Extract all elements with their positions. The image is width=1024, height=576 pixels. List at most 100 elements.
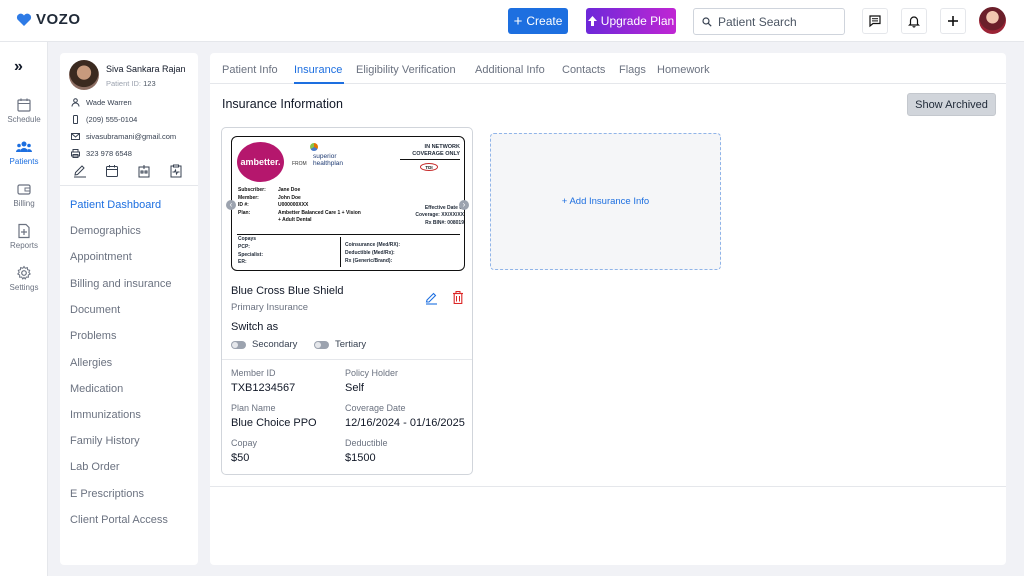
create-label: Create — [526, 14, 563, 28]
create-button[interactable]: + Create — [508, 8, 568, 34]
deductible-value: $1500 — [345, 452, 376, 464]
card-rule — [400, 159, 460, 160]
panel-divider — [60, 185, 198, 186]
member-label: Member: — [238, 194, 259, 201]
insurance-type: Primary Insurance — [231, 302, 309, 313]
prev-card-arrow-icon[interactable]: ‹ — [226, 200, 236, 210]
partner-line2: healthplan — [313, 159, 343, 167]
add-button[interactable] — [940, 8, 966, 34]
patient-nav-immunizations[interactable]: Immunizations — [70, 409, 141, 421]
er-label: ER: — [238, 259, 247, 266]
patient-nav-allergies[interactable]: Allergies — [70, 357, 112, 369]
card-vertical-divider — [340, 237, 341, 267]
next-card-arrow-icon[interactable]: › — [459, 200, 469, 210]
delete-insurance-icon[interactable] — [452, 291, 464, 304]
plan-line1: Ambetter Balanced Care 1 + Vision — [278, 209, 361, 216]
rail-label-billing: Billing — [13, 199, 35, 208]
patient-search[interactable] — [693, 8, 845, 35]
edit-insurance-icon[interactable] — [425, 292, 438, 305]
patient-nav-dashboard[interactable]: Patient Dashboard — [70, 199, 161, 211]
rail-item-reports[interactable]: Reports — [0, 223, 48, 250]
expand-chevrons-icon[interactable]: » — [14, 58, 23, 76]
policy-holder-label: Policy Holder — [345, 368, 399, 378]
patient-provider: Wade Warren — [71, 98, 132, 107]
copays-label: Copays — [238, 236, 257, 242]
patient-nav-billing[interactable]: Billing and insurance — [70, 278, 172, 290]
subscriber-label: Subscriber: — [238, 187, 266, 193]
tab-homework[interactable]: Homework — [657, 64, 710, 76]
notifications-button[interactable] — [901, 8, 927, 34]
tdi-badge: TDI — [420, 163, 438, 171]
copay-label: Copay — [231, 438, 258, 448]
upgrade-plan-button[interactable]: Upgrade Plan — [586, 8, 676, 34]
secondary-toggle[interactable] — [231, 340, 246, 349]
patient-nav-lab-order[interactable]: Lab Order — [70, 461, 120, 473]
superior-healthplan-text: superior healthplan — [313, 153, 343, 168]
patient-nav-client-portal[interactable]: Client Portal Access — [70, 514, 168, 526]
secondary-toggle-row: Secondary — [231, 339, 297, 350]
id-value: U000000XXX — [278, 202, 309, 208]
show-archived-button[interactable]: Show Archived — [907, 93, 996, 116]
active-tab-indicator — [294, 82, 344, 84]
tertiary-toggle[interactable] — [314, 340, 329, 349]
subscriber-value: Jane Doe — [278, 187, 301, 193]
id-label: ID #: — [238, 202, 249, 208]
tab-insurance[interactable]: Insurance — [294, 64, 342, 76]
patient-id-label: Patient ID: — [106, 79, 142, 88]
insurance-id-card-image[interactable]: ambetter. FROM superior healthplan IN NET… — [231, 136, 465, 271]
rail-label-schedule: Schedule — [7, 115, 41, 124]
tab-eligibility-verification[interactable]: Eligibility Verification — [356, 64, 456, 76]
add-insurance-button[interactable]: + Add Insurance Info — [490, 133, 721, 270]
insurance-card: ambetter. FROM superior healthplan IN NET… — [221, 127, 473, 475]
deductible-card-label: Deductible (Med/Rx): — [345, 249, 395, 256]
vozo-logo[interactable]: VOZO — [16, 11, 81, 28]
member-id-value: TXB1234567 — [231, 382, 296, 394]
edit-icon[interactable] — [73, 164, 87, 178]
hospital-building-icon[interactable] — [137, 164, 151, 178]
card-copays: Copays PCP: Specialist: ER: — [238, 236, 263, 267]
patient-nav-e-prescriptions[interactable]: E Prescriptions — [70, 488, 144, 500]
patient-phone: (209) 555-0104 — [71, 115, 137, 124]
tab-flags[interactable]: Flags — [619, 64, 646, 76]
pcp-label: PCP: — [238, 243, 250, 250]
rail-item-settings[interactable]: Settings — [0, 265, 48, 292]
plan-name-value: Blue Choice PPO — [231, 417, 317, 429]
rail-label-patients: Patients — [9, 157, 39, 166]
person-icon — [71, 98, 80, 107]
phone-text: (209) 555-0104 — [86, 115, 138, 124]
provider-name: Wade Warren — [86, 98, 132, 107]
user-avatar[interactable] — [979, 7, 1006, 34]
card-from: FROM — [292, 161, 307, 167]
tertiary-label: Tertiary — [335, 339, 367, 350]
patient-nav-family-history[interactable]: Family History — [70, 435, 140, 447]
printer-icon — [71, 149, 80, 158]
patient-avatar — [69, 60, 99, 90]
tab-additional-info[interactable]: Additional Info — [475, 64, 545, 76]
patient-nav-appointment[interactable]: Appointment — [70, 251, 132, 263]
ambetter-logo: ambetter. — [237, 142, 284, 182]
report-icon — [18, 223, 30, 239]
rail-item-billing[interactable]: Billing — [0, 181, 48, 208]
patient-search-input[interactable] — [718, 14, 838, 29]
card-coverage-details: Effective Date of Coverage: XX/XX/XX Rx … — [402, 205, 464, 227]
card-coinsurance: Coinsurance (Med/RX): Deductible (Med/Rx… — [345, 242, 400, 265]
tab-patient-info[interactable]: Patient Info — [222, 64, 278, 76]
calendar-icon[interactable] — [105, 164, 119, 178]
messages-button[interactable] — [862, 8, 888, 34]
tab-contacts[interactable]: Contacts — [562, 64, 605, 76]
patient-nav-medication[interactable]: Medication — [70, 383, 123, 395]
patient-nav-document[interactable]: Document — [70, 304, 120, 316]
rail-item-patients[interactable]: Patients — [0, 139, 48, 166]
effective-label: Effective Date of — [424, 205, 464, 211]
logo-text: VOZO — [36, 11, 81, 28]
clipboard-pulse-icon[interactable] — [169, 164, 183, 178]
patient-actions — [73, 164, 183, 178]
coverage-date-label: Coverage Date — [345, 403, 406, 413]
rail-item-schedule[interactable]: Schedule — [0, 97, 48, 124]
patient-nav-problems[interactable]: Problems — [70, 330, 116, 342]
patient-nav-demographics[interactable]: Demographics — [70, 225, 141, 237]
plus-icon: + — [513, 12, 523, 30]
arrow-up-icon — [587, 16, 597, 26]
rail-label-settings: Settings — [9, 283, 39, 292]
network-line2: COVERAGE ONLY — [412, 150, 460, 157]
